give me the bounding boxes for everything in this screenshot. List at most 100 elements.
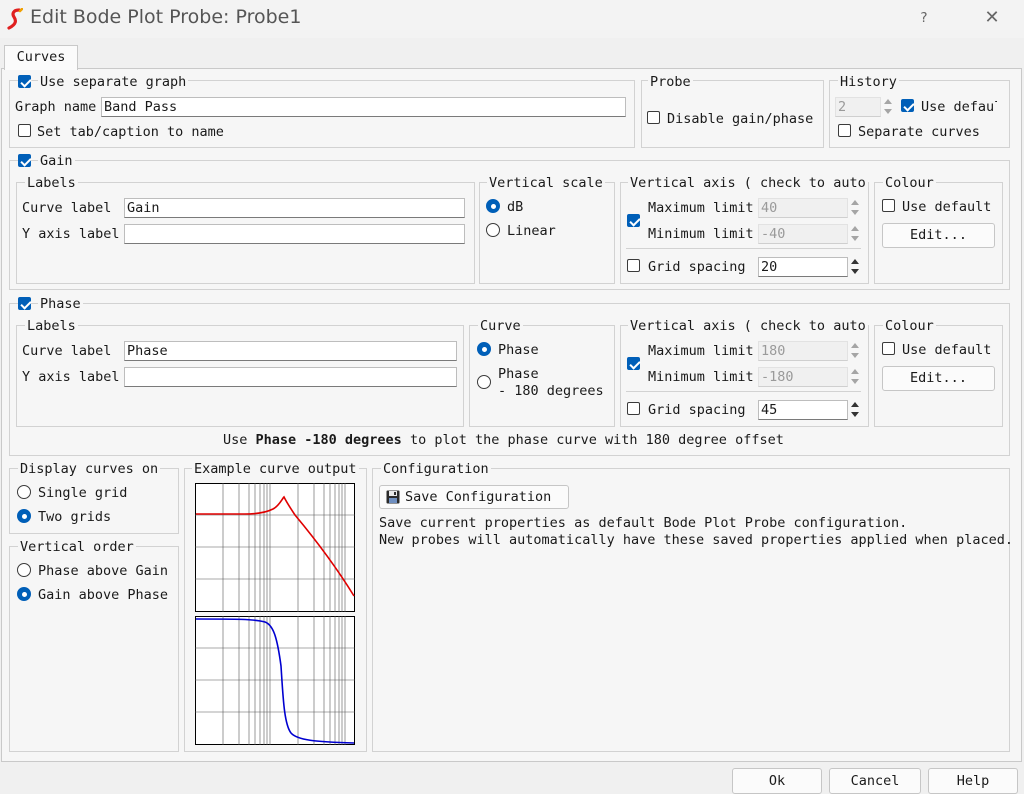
set-tab-caption-checkbox[interactable] xyxy=(18,124,31,137)
phase-vertical-axis-title: Vertical axis ( check to auto xyxy=(628,318,868,334)
history-use-default-checkbox[interactable] xyxy=(901,99,914,112)
gain-vertical-scale-title: Vertical scale xyxy=(487,175,605,191)
configuration-description-line2: New probes will automatically have these… xyxy=(379,532,1013,548)
phase-minus180-label-line2: - 180 degrees xyxy=(498,383,604,399)
history-count-input[interactable]: 2 xyxy=(835,97,881,117)
gain-db-label: dB xyxy=(507,199,524,215)
phase-grid-spacing-checkbox[interactable] xyxy=(627,402,640,415)
history-group-title: History xyxy=(838,74,899,90)
graph-name-input[interactable]: Band Pass xyxy=(101,97,626,117)
phase-curve-label-input[interactable]: Phase xyxy=(124,341,457,361)
gain-colour-title: Colour xyxy=(883,175,936,191)
display-curves-title: Display curves on xyxy=(18,461,161,477)
gain-labels-title: Labels xyxy=(25,175,78,191)
phase-above-gain-radio[interactable] xyxy=(17,563,31,577)
vertical-order-title: Vertical order xyxy=(18,539,136,555)
disable-gain-phase-checkbox[interactable] xyxy=(647,111,660,124)
gain-colour-edit-button[interactable]: Edit... xyxy=(882,223,995,248)
gain-linear-label: Linear xyxy=(507,223,556,239)
window-title: Edit Bode Plot Probe: Probe1 xyxy=(30,6,302,28)
gain-above-phase-radio[interactable] xyxy=(17,587,31,601)
separate-curves-checkbox[interactable] xyxy=(838,124,851,137)
help-icon[interactable]: ? xyxy=(904,4,944,32)
phase-y-axis-label-label: Y axis label xyxy=(22,369,120,385)
gain-linear-radio[interactable] xyxy=(486,223,500,237)
phase-curve-label-label: Curve label xyxy=(22,343,112,359)
phase-auto-limit-checkbox[interactable] xyxy=(627,357,640,370)
phase-above-gain-label: Phase above Gain xyxy=(38,563,169,579)
close-icon[interactable]: ✕ xyxy=(972,4,1012,32)
save-configuration-label: Save Configuration xyxy=(405,489,552,505)
gain-max-limit-label: Maximum limit xyxy=(648,200,754,216)
separate-curves-label: Separate curves xyxy=(858,124,980,140)
gain-grid-spacing-input[interactable]: 20 xyxy=(758,257,848,277)
configuration-group xyxy=(372,468,1010,752)
configuration-title: Configuration xyxy=(381,461,491,477)
use-separate-graph-label: Use separate graph xyxy=(38,74,189,90)
phase-curve-group xyxy=(469,325,615,427)
phase-normal-radio[interactable] xyxy=(477,342,491,356)
graph-name-label: Graph name xyxy=(15,99,97,115)
example-output-title: Example curve output xyxy=(192,461,359,477)
gain-min-limit-spinner[interactable] xyxy=(849,224,861,244)
phase-normal-label: Phase xyxy=(498,342,539,358)
phase-colour-edit-button[interactable]: Edit... xyxy=(882,366,995,391)
phase-grid-spacing-input[interactable]: 45 xyxy=(758,400,848,420)
phase-minus180-radio[interactable] xyxy=(477,375,491,389)
phase-colour-default-checkbox[interactable] xyxy=(882,342,895,355)
phase-y-axis-label-input[interactable] xyxy=(124,367,457,387)
phase-min-limit-spinner[interactable] xyxy=(849,367,861,387)
phase-enable-checkbox[interactable] xyxy=(18,297,31,310)
gain-y-axis-label-input[interactable] xyxy=(124,224,465,244)
phase-max-limit-label: Maximum limit xyxy=(648,343,754,359)
use-separate-graph-checkbox[interactable] xyxy=(18,75,31,88)
gain-auto-limit-checkbox[interactable] xyxy=(627,214,640,227)
gain-y-axis-label-label: Y axis label xyxy=(22,226,120,242)
phase-grid-spacing-spinner[interactable] xyxy=(849,400,861,420)
phase-minus180-label-line1: Phase xyxy=(498,366,539,382)
ok-button[interactable]: Ok xyxy=(732,768,822,794)
example-gain-plot xyxy=(195,483,355,612)
app-logo-icon xyxy=(7,8,23,30)
disable-gain-phase-label: Disable gain/phase xyxy=(667,111,814,127)
gain-grid-spacing-checkbox[interactable] xyxy=(627,259,640,272)
help-button[interactable]: Help xyxy=(928,768,1018,794)
gain-grid-spacing-spinner[interactable] xyxy=(849,257,861,277)
tab-curves[interactable]: Curves xyxy=(4,45,78,70)
two-grids-radio[interactable] xyxy=(17,509,31,523)
gain-colour-default-label: Use default xyxy=(902,199,992,215)
gain-max-limit-spinner[interactable] xyxy=(849,198,861,218)
phase-max-limit-spinner[interactable] xyxy=(849,341,861,361)
phase-hint-text: Use Phase -180 degrees to plot the phase… xyxy=(223,432,784,448)
gain-min-limit-input[interactable]: -40 xyxy=(758,224,848,244)
save-configuration-button[interactable]: Save Configuration xyxy=(379,485,569,509)
gain-colour-default-checkbox[interactable] xyxy=(882,199,895,212)
history-spinner[interactable] xyxy=(882,97,894,117)
gain-curve-label-input[interactable]: Gain xyxy=(124,198,465,218)
gain-min-limit-label: Minimum limit xyxy=(648,226,754,242)
gain-db-radio[interactable] xyxy=(486,199,500,213)
probe-group-title: Probe xyxy=(648,74,693,90)
gain-vertical-axis-title: Vertical axis ( check to auto xyxy=(628,175,868,191)
example-phase-plot xyxy=(195,616,355,745)
phase-colour-default-label: Use default xyxy=(902,342,992,358)
set-tab-caption-label: Set tab/caption to name xyxy=(37,124,224,140)
phase-curve-title: Curve xyxy=(478,318,523,334)
example-bode-plot xyxy=(195,483,355,745)
phase-max-limit-input[interactable]: 180 xyxy=(758,341,848,361)
cancel-button[interactable]: Cancel xyxy=(829,768,921,794)
phase-grid-spacing-label: Grid spacing xyxy=(648,402,746,418)
phase-axis-divider xyxy=(626,391,861,392)
floppy-disk-icon xyxy=(386,490,400,504)
phase-min-limit-input[interactable]: -180 xyxy=(758,367,848,387)
single-grid-label: Single grid xyxy=(38,485,128,501)
single-grid-radio[interactable] xyxy=(17,485,31,499)
gain-max-limit-input[interactable]: 40 xyxy=(758,198,848,218)
gain-group-title: Gain xyxy=(38,153,75,169)
gain-enable-checkbox[interactable] xyxy=(18,154,31,167)
history-use-default-label: Use defaul xyxy=(921,99,997,115)
phase-colour-title: Colour xyxy=(883,318,936,334)
two-grids-label: Two grids xyxy=(38,509,112,525)
phase-min-limit-label: Minimum limit xyxy=(648,369,754,385)
configuration-description-line1: Save current properties as default Bode … xyxy=(379,515,908,531)
